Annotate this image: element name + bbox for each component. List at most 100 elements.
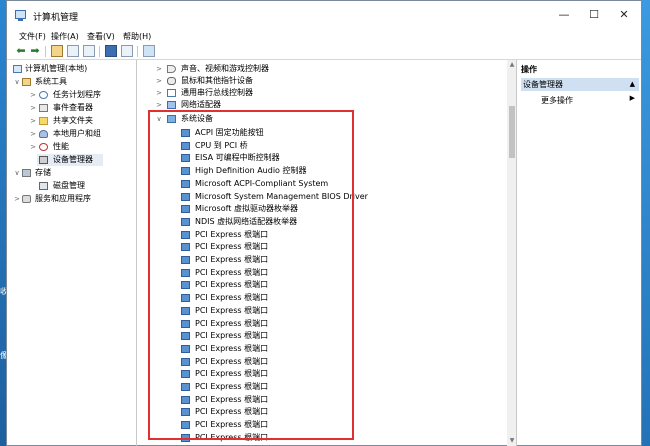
chevron-right-icon[interactable]: >	[29, 89, 37, 101]
tree-node-storage[interactable]: ∨ 存储	[7, 167, 136, 179]
system-device-label: EISA 可编程中断控制器	[195, 153, 280, 163]
up-folder-icon[interactable]	[51, 45, 63, 57]
chevron-down-icon[interactable]: ∨	[13, 167, 21, 179]
chevron-right-icon[interactable]: >	[29, 115, 37, 127]
system-device-item[interactable]: PCI Express 根端口	[137, 229, 497, 241]
system-device-item[interactable]: PCI Express 根端口	[137, 279, 497, 291]
tree-node-shared-folders[interactable]: > 共享文件夹	[7, 115, 136, 127]
system-device-label: Microsoft ACPI-Compliant System	[195, 178, 329, 188]
scrollbar-thumb[interactable]	[509, 106, 515, 158]
tree-node-task-scheduler[interactable]: > 任务计划程序	[7, 89, 136, 101]
system-device-item[interactable]: High Definition Audio 控制器	[137, 165, 497, 177]
chevron-right-icon[interactable]: >	[29, 102, 37, 114]
scroll-up-icon[interactable]: ▲	[507, 60, 516, 70]
device-category-label: 鼠标和其他指针设备	[181, 76, 253, 85]
system-device-item[interactable]: PCI Express 根端口	[137, 305, 497, 317]
system-device-label: PCI Express 根端口	[195, 267, 269, 277]
system-device-label: PCI Express 根端口	[195, 242, 269, 252]
back-arrow-icon[interactable]: ⬅	[15, 45, 27, 57]
system-device-item[interactable]: PCI Express 根端口	[137, 330, 497, 342]
system-device-item[interactable]: EISA 可编程中断控制器	[137, 152, 497, 164]
chevron-right-icon[interactable]: >	[155, 63, 163, 75]
menu-file[interactable]: 文件(F)	[19, 31, 46, 42]
maximize-button[interactable]: ☐	[581, 7, 607, 23]
tree-node-event-viewer[interactable]: > 事件查看器	[7, 102, 136, 114]
system-device-item[interactable]: CPU 到 PCI 桥	[137, 140, 497, 152]
submenu-arrow-icon[interactable]: ▶	[630, 94, 635, 102]
export-list-icon[interactable]	[83, 45, 95, 57]
system-device-item[interactable]: PCI Express 根端口	[137, 254, 497, 266]
menu-help[interactable]: 帮助(H)	[123, 31, 151, 42]
chevron-right-icon[interactable]: >	[29, 141, 37, 153]
device-category-network[interactable]: > 网络适配器	[137, 99, 497, 111]
tree-node-services-applications[interactable]: > 服务和应用程序	[7, 193, 136, 205]
menu-action[interactable]: 操作(A)	[51, 31, 79, 42]
system-device-item[interactable]: PCI Express 根端口	[137, 406, 497, 418]
system-device-item[interactable]: PCI Express 根端口	[137, 368, 497, 380]
minimize-button[interactable]: —	[551, 7, 577, 23]
system-device-label: PCI Express 根端口	[195, 255, 269, 264]
device-icon	[181, 433, 190, 442]
system-device-label: PCI Express 根端口	[195, 343, 269, 353]
system-device-label: CPU 到 PCI 桥	[195, 140, 248, 150]
system-device-item[interactable]: PCI Express 根端口	[137, 419, 497, 431]
device-category-usb[interactable]: > 通用串行总线控制器	[137, 87, 497, 99]
system-device-item[interactable]: PCI Express 根端口	[137, 292, 497, 304]
collapse-icon[interactable]: ▲	[630, 78, 635, 91]
chevron-right-icon[interactable]: >	[29, 128, 37, 140]
more-actions-link[interactable]: 更多操作	[541, 95, 573, 106]
system-device-label: PCI Express 根端口	[195, 432, 269, 442]
device-category-sound[interactable]: > 声音、视频和游戏控制器	[137, 63, 497, 75]
chevron-right-icon[interactable]: >	[13, 193, 21, 205]
device-icon	[181, 205, 190, 214]
vertical-scrollbar[interactable]: ▲ ▼	[507, 60, 516, 446]
sound-icon	[167, 65, 176, 73]
menu-bar: 文件(F) 操作(A) 查看(V) 帮助(H)	[7, 29, 641, 43]
help-icon[interactable]	[105, 45, 117, 57]
tree-node-device-manager[interactable]: 设备管理器	[37, 154, 103, 166]
system-device-item[interactable]: PCI Express 根端口	[137, 241, 497, 253]
tree-node-disk-management[interactable]: 磁盘管理	[7, 180, 136, 192]
properties-icon[interactable]	[121, 45, 133, 57]
system-device-item[interactable]: Microsoft ACPI-Compliant System	[137, 178, 497, 190]
chevron-down-icon[interactable]: ∨	[155, 113, 163, 125]
device-icon	[181, 408, 190, 417]
system-device-label: PCI Express 根端口	[195, 229, 269, 239]
close-button[interactable]: ✕	[611, 7, 637, 23]
system-device-item[interactable]: NDIS 虚拟网络适配器枚举器	[137, 216, 497, 228]
system-device-item[interactable]: PCI Express 根端口	[137, 432, 497, 444]
menu-view[interactable]: 查看(V)	[87, 31, 115, 42]
toolbar: ⬅ ➡	[7, 43, 641, 60]
device-category-label: 通用串行总线控制器	[181, 88, 253, 97]
tree-node-local-users[interactable]: > 本地用户和组	[7, 128, 136, 140]
system-device-item[interactable]: Microsoft System Management BIOS Driver	[137, 191, 497, 203]
tree-node-label: 磁盘管理	[53, 181, 85, 190]
system-device-item[interactable]: PCI Express 根端口	[137, 267, 497, 279]
show-hide-tree-icon[interactable]	[67, 45, 79, 57]
system-device-item[interactable]: ACPI 固定功能按钮	[137, 127, 497, 139]
chevron-right-icon[interactable]: >	[155, 99, 163, 111]
device-icon	[181, 230, 190, 239]
tree-node-system-tools[interactable]: ∨ 系统工具	[7, 76, 136, 88]
monitor-icon[interactable]	[143, 45, 155, 57]
system-device-item[interactable]: PCI Express 根端口	[137, 381, 497, 393]
system-device-item[interactable]: Microsoft 虚拟驱动器枚举器	[137, 203, 497, 215]
tree-node-performance[interactable]: > 性能	[7, 141, 136, 153]
system-device-item[interactable]: PCI Express 根端口	[137, 343, 497, 355]
tree-node-computer-management[interactable]: 计算机管理(本地)	[7, 63, 136, 75]
device-category-system-devices[interactable]: ∨ 系统设备	[137, 113, 497, 125]
system-device-item[interactable]: PCI Express 根端口	[137, 318, 497, 330]
system-device-item[interactable]: PCI Express 根端口	[137, 356, 497, 368]
title-bar[interactable]: 计算机管理 — ☐ ✕	[7, 1, 641, 29]
tree-node-label: 性能	[53, 142, 69, 151]
tree-node-label: 系统工具	[35, 77, 67, 86]
chevron-down-icon[interactable]: ∨	[13, 76, 21, 88]
tree-node-label: 事件查看器	[53, 103, 93, 112]
forward-arrow-icon[interactable]: ➡	[29, 45, 41, 57]
system-device-item[interactable]: PCI Express 根端口	[137, 394, 497, 406]
chevron-right-icon[interactable]: >	[155, 75, 163, 87]
chevron-right-icon[interactable]: >	[155, 87, 163, 99]
scroll-down-icon[interactable]: ▼	[507, 436, 516, 446]
device-category-mouse[interactable]: > 鼠标和其他指针设备	[137, 75, 497, 87]
actions-section-device-manager[interactable]: 设备管理器 ▲	[521, 78, 639, 91]
